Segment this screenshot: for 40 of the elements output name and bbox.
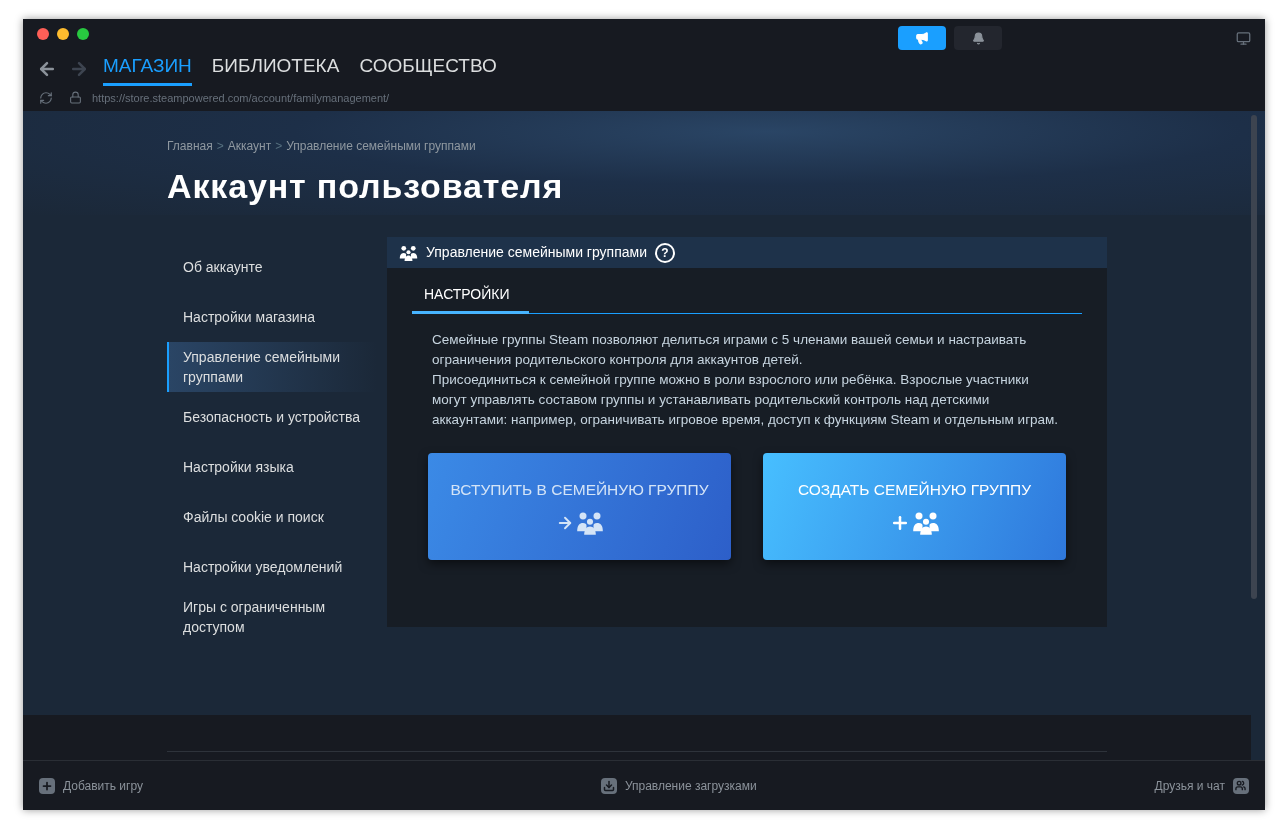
panel-title: Управление семейными группами xyxy=(426,243,647,262)
nav-tab[interactable]: МАГАЗИН xyxy=(103,52,192,86)
breadcrumb-separator: > xyxy=(275,138,283,155)
sidebar-item[interactable]: Настройки уведомлений xyxy=(167,542,377,592)
description-text: Присоединиться к семейной группе можно в роли взрослого или ребёнка. Взрослые участники могут управлять составом группы и устанавливать родительский контроль над детскими аккаунтами: например, ограничивать игровое время, доступ к функциям Steam и отдельным играм. xyxy=(432,371,1060,429)
friends-chat-button[interactable]: Друзья и чат xyxy=(1154,776,1249,795)
announcement-button[interactable] xyxy=(898,26,946,50)
bell-icon xyxy=(971,31,985,45)
panel-tab[interactable]: НАСТРОЙКИ xyxy=(412,284,529,314)
description-text: Семейные группы Steam позволяют делиться играми с 5 членами вашей семьи и настраивать ограничения родительского контроля для аккаунтов детей. xyxy=(432,331,1028,369)
sidebar-item[interactable]: Безопасность и устройства xyxy=(167,392,377,442)
lock-icon xyxy=(69,91,82,105)
monitor-icon[interactable] xyxy=(1236,31,1251,46)
plus-icon xyxy=(39,777,55,794)
breadcrumb-link[interactable]: Главная xyxy=(167,137,213,155)
sidebar-item[interactable]: Настройки магазина xyxy=(167,292,377,342)
family-icon xyxy=(575,511,604,536)
megaphone-icon xyxy=(915,31,929,45)
scrollbar[interactable] xyxy=(1251,115,1257,599)
nav-tab[interactable]: БИБЛИОТЕКА xyxy=(211,52,340,86)
help-button[interactable]: ? xyxy=(655,242,675,263)
page-title: Аккаунт пользователя xyxy=(167,166,565,207)
sidebar-item[interactable]: Настройки языка xyxy=(167,442,377,492)
breadcrumb-separator: > xyxy=(216,138,224,155)
sidebar-item[interactable]: Файлы cookie и поиск xyxy=(167,492,377,542)
family-icon xyxy=(911,511,940,536)
friends-icon xyxy=(1233,777,1249,794)
family-icon xyxy=(399,244,418,261)
download-icon xyxy=(600,777,617,794)
url-text[interactable]: https://store.steampowered.com/account/familymanagement/ xyxy=(92,89,390,106)
breadcrumb-link[interactable]: Управление семейными группами xyxy=(286,137,476,155)
add-game-button[interactable]: Добавить игру xyxy=(39,776,143,795)
sidebar-item[interactable]: Об аккаунте xyxy=(167,242,377,292)
sidebar-item[interactable]: Игры с ограниченным доступом xyxy=(167,592,377,642)
reload-icon[interactable] xyxy=(39,90,53,105)
nav-tab[interactable]: СООБЩЕСТВО xyxy=(359,52,497,86)
notification-button[interactable] xyxy=(954,26,1002,50)
breadcrumb-link[interactable]: Аккаунт xyxy=(227,137,272,155)
join-group-button[interactable]: ВСТУПИТЬ В СЕМЕЙНУЮ ГРУППУ xyxy=(428,453,731,560)
downloads-button[interactable]: Управление загрузками xyxy=(600,776,757,795)
